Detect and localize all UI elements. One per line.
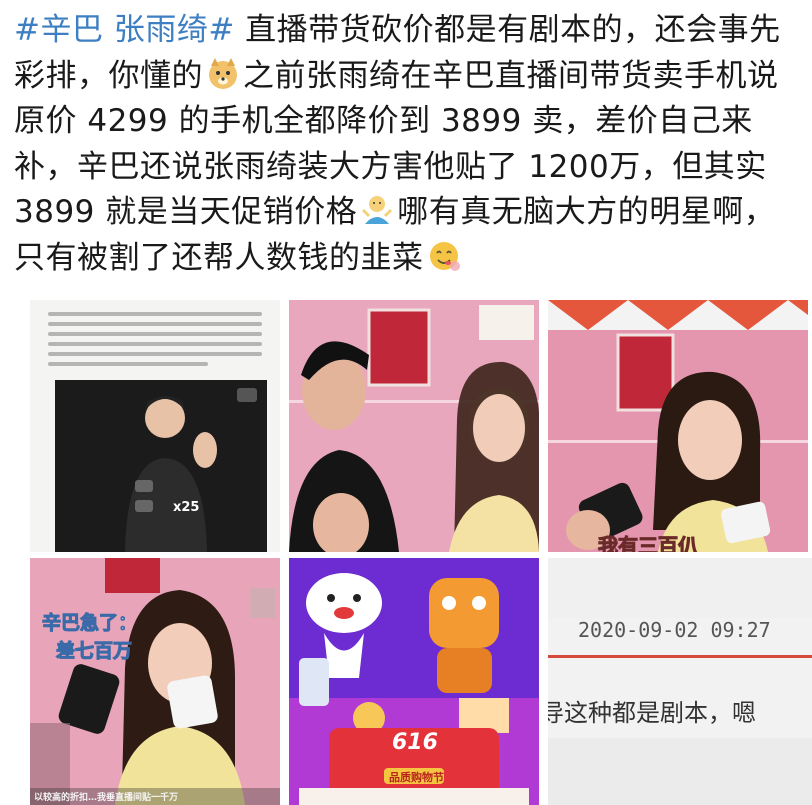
subtitle-caption-line2: 差七百万 [55, 640, 133, 663]
doge-emoji-icon [209, 57, 237, 89]
blurred-text-line [48, 312, 262, 316]
image-3-livestream-phone[interactable]: 我有三百仈 [548, 300, 808, 552]
blurred-footer [548, 738, 812, 805]
blurred-text-line [48, 332, 262, 336]
image-1-article-screenshot[interactable]: x25 [30, 300, 280, 552]
livestream-scene [30, 558, 280, 805]
subtitle-caption-line1: 辛巴急了： [41, 612, 138, 635]
blurred-text-line [48, 362, 208, 366]
timestamp-text: 2020-09-02 09:27 [578, 618, 771, 642]
blurred-header [548, 558, 812, 618]
shrug-emoji-icon [362, 196, 393, 224]
image-4-livestream-caption[interactable]: 辛巴急了： 差七百万 以较高的折扣…我垂直播间贴一千万 [30, 558, 280, 805]
bottom-subtitle: 以较高的折扣…我垂直播间贴一千万 [34, 793, 179, 803]
post-body: #辛巴 张雨绮# 直播带货砍价都是有剧本的，还会事先彩排，你懂的 之前张雨绮在辛巴… [0, 0, 812, 300]
festival-logo: 616 [392, 730, 438, 755]
livestream-scene [548, 300, 808, 552]
image-6-comment-screenshot[interactable]: 2020-09-02 09:27 导这种都是剧本，嗯 [548, 558, 812, 805]
image-2-livestream-duo[interactable] [289, 300, 539, 552]
hashtag-link[interactable]: #辛巴 张雨绮# [14, 12, 235, 48]
blurred-text-line [48, 352, 262, 356]
yum-emoji-icon [429, 241, 460, 271]
blurred-text-line [48, 322, 262, 326]
post-text: #辛巴 张雨绮# 直播带货砍价都是有剧本的，还会事先彩排，你懂的 之前张雨绮在辛巴… [14, 8, 804, 281]
subtitle-caption: 我有三百仈 [598, 534, 699, 553]
video-badge: x25 [173, 500, 200, 515]
video-frame[interactable]: x25 [55, 380, 267, 552]
streamer-figure [125, 388, 257, 552]
livestream-scene [289, 300, 539, 552]
image-grid: x25 我有三百仈 辛巴急了： 差七百万 以较高的折扣…我垂直播间贴一千万 61… [0, 300, 812, 805]
festival-banner: 品质购物节 [389, 771, 444, 784]
festival-poster-art [289, 558, 539, 805]
comment-text: 导这种都是剧本，嗯 [548, 699, 756, 727]
image-5-festival-poster[interactable]: 616 品质购物节 [289, 558, 539, 805]
divider [548, 655, 812, 658]
blurred-text-line [48, 342, 262, 346]
